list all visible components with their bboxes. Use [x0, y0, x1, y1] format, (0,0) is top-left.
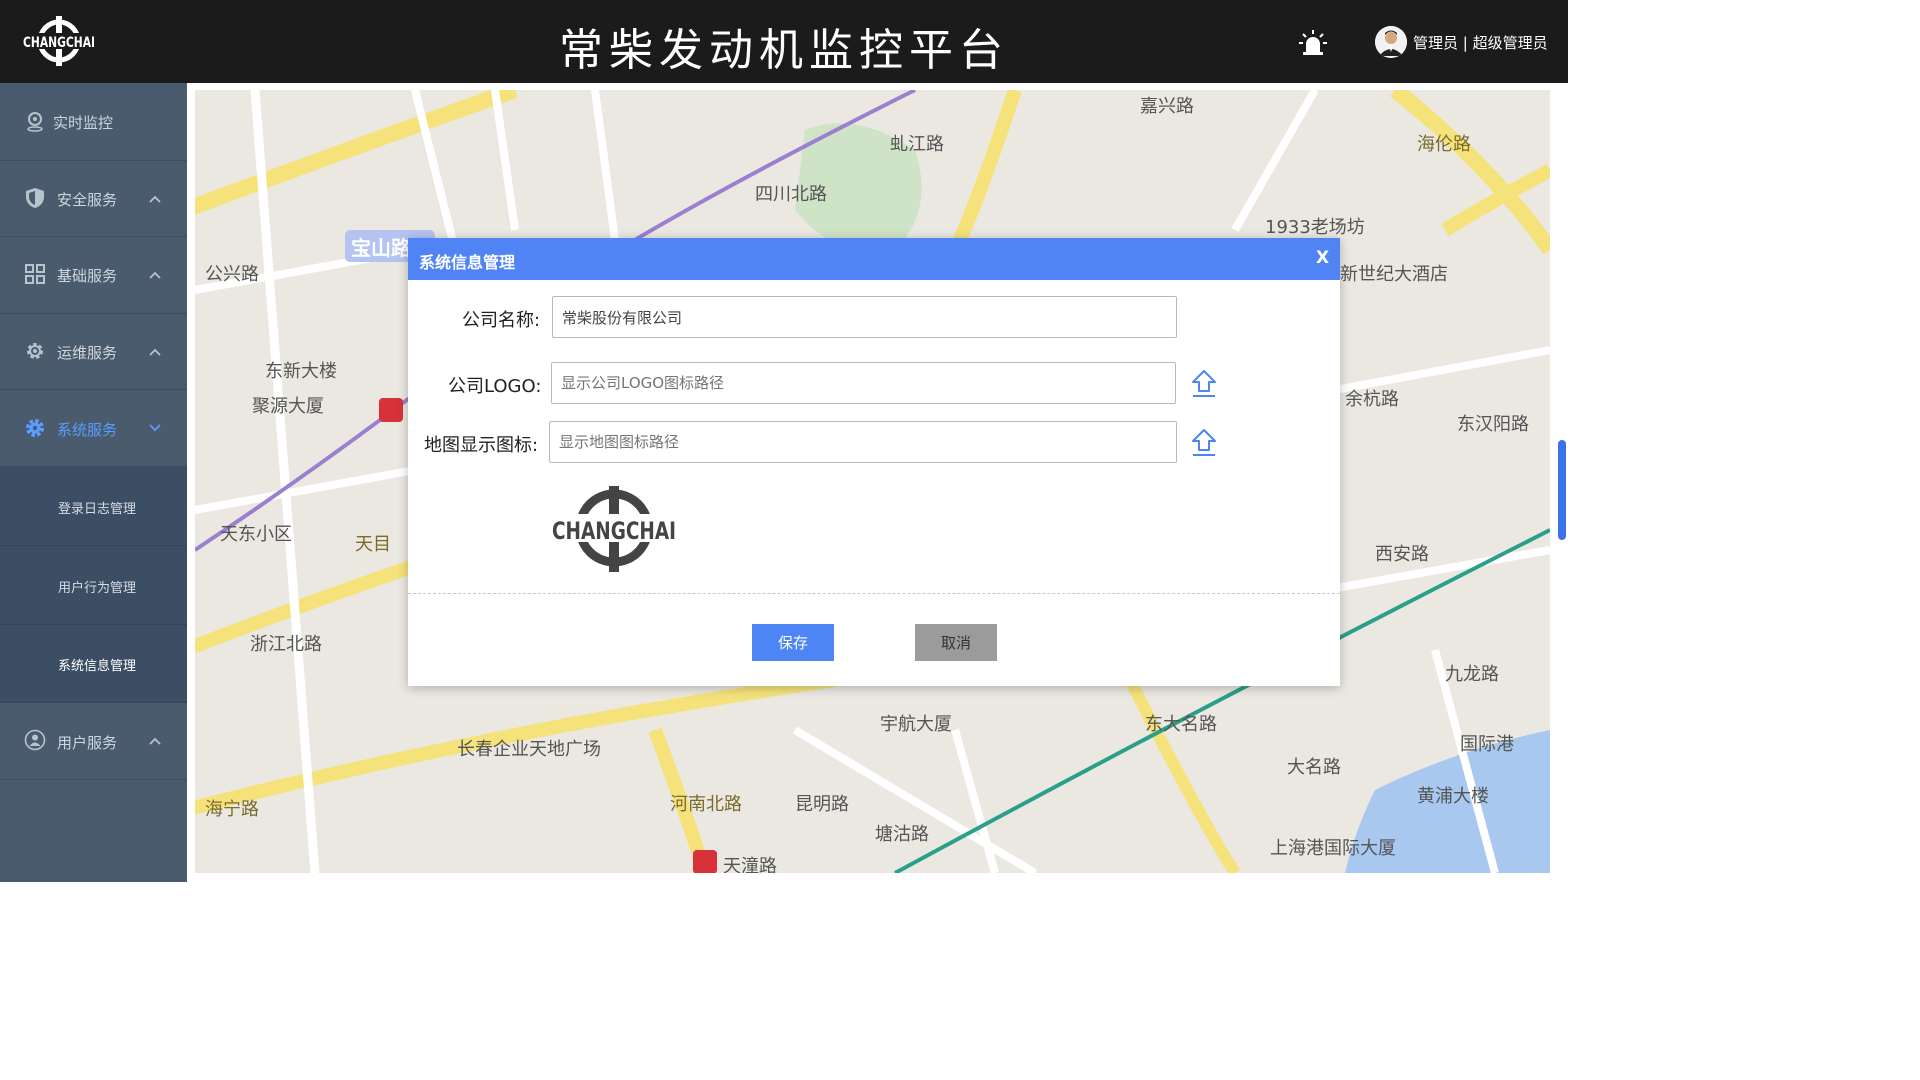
map-label: 上海港国际大厦 — [1270, 838, 1396, 859]
close-button[interactable]: X — [1316, 248, 1329, 268]
map-label: 聚源大厦 — [252, 396, 324, 417]
dialog-title: 系统信息管理 — [419, 253, 516, 272]
chevron-up-icon — [149, 737, 161, 745]
map-label: 大名路 — [1287, 757, 1341, 778]
gear-icon — [26, 419, 44, 437]
sidebar-item-label: 系统服务 — [57, 421, 118, 439]
map-label: 西安路 — [1375, 544, 1429, 565]
sidebar-item-label: 用户服务 — [57, 734, 118, 752]
map-label: 余杭路 — [1345, 389, 1399, 410]
shield-icon — [26, 188, 44, 208]
upload-logo-icon[interactable] — [1190, 369, 1218, 399]
map-label: 国际港 — [1460, 734, 1514, 755]
map-label: 宇航大厦 — [880, 714, 952, 735]
map-label: 浙江北路 — [250, 634, 322, 655]
map-label: 天东小区 — [220, 524, 292, 545]
system-info-dialog: 系统信息管理 X 公司名称: 公司LOGO: 地图显示图标: CHANGCHAI… — [408, 238, 1340, 686]
company-logo-path-field[interactable] — [551, 362, 1176, 404]
alarm-icon[interactable] — [1298, 28, 1328, 58]
sidebar-subitem-label: 用户行为管理 — [58, 581, 137, 596]
company-logo-preview: CHANGCHAI — [550, 486, 678, 572]
sidebar-subitem-label: 系统信息管理 — [58, 659, 137, 674]
company-name-field[interactable] — [552, 296, 1177, 338]
top-header: CHANGCHAI 常柴发动机监控平台 管理员 | 超级管理员 — [0, 0, 1568, 83]
dialog-header: 系统信息管理 X — [408, 238, 1340, 280]
map-label: 塘沽路 — [875, 824, 929, 845]
map-scrollbar[interactable] — [1558, 440, 1566, 540]
map-label: 东大名路 — [1145, 714, 1217, 735]
map-label: 海伦路 — [1417, 134, 1471, 155]
map-label: 天目 — [355, 534, 391, 555]
company-name-label: 公司名称: — [462, 310, 541, 331]
map-label: 东新大楼 — [265, 361, 337, 382]
sidebar-item-label: 基础服务 — [57, 267, 118, 285]
save-button[interactable]: 保存 — [752, 624, 834, 661]
sidebar-item-user[interactable]: 用户服务 — [0, 703, 187, 780]
sidebar-item-label: 运维服务 — [57, 344, 118, 362]
map-label: 东汉阳路 — [1457, 414, 1529, 435]
sidebar-item-label: 实时监控 — [53, 114, 114, 132]
map-label: 虬江路 — [890, 134, 944, 155]
sidebar-item-realtime-monitor[interactable]: 实时监控 — [0, 83, 187, 161]
sidebar-item-basic[interactable]: 基础服务 — [0, 237, 187, 314]
sidebar-subitem-system-info[interactable]: 系统信息管理 — [0, 625, 187, 703]
gear-icon — [27, 343, 43, 359]
map-label: 黄浦大楼 — [1417, 786, 1489, 807]
map-label: 公兴路 — [205, 264, 259, 285]
map-label: 嘉兴路 — [1140, 96, 1194, 117]
user-icon — [24, 729, 46, 751]
sidebar-subitem-user-behavior[interactable]: 用户行为管理 — [0, 546, 187, 625]
map-label: 长春企业天地广场 — [457, 739, 601, 760]
page-title: 常柴发动机监控平台 — [559, 25, 1009, 76]
dialog-divider — [408, 593, 1340, 594]
sidebar-item-operations[interactable]: 运维服务 — [0, 314, 187, 390]
map-label: 昆明路 — [795, 794, 849, 815]
sidebar-item-label: 安全服务 — [57, 191, 118, 209]
user-avatar-icon — [1375, 26, 1407, 58]
cancel-button[interactable]: 取消 — [915, 624, 997, 661]
map-label: 九龙路 — [1445, 664, 1499, 685]
map-icon-path-field[interactable] — [549, 421, 1177, 463]
chevron-down-icon — [149, 424, 161, 432]
map-label: 宝山路 — [351, 236, 412, 260]
sidebar-item-security[interactable]: 安全服务 — [0, 161, 187, 237]
sidebar-subitem-login-log[interactable]: 登录日志管理 — [0, 467, 187, 546]
grid-icon — [25, 264, 45, 284]
chevron-up-icon — [149, 348, 161, 356]
map-label: 1933老场坊 — [1265, 217, 1365, 238]
map-label: 海宁路 — [205, 799, 259, 820]
sidebar-item-system[interactable]: 系统服务 — [0, 390, 187, 467]
chevron-up-icon — [149, 271, 161, 279]
map-label: 新世纪大酒店 — [1340, 264, 1448, 285]
svg-text:CHANGCHAI: CHANGCHAI — [552, 517, 676, 545]
map-icon-label: 地图显示图标: — [424, 435, 539, 456]
chevron-up-icon — [149, 195, 161, 203]
company-logo-label: 公司LOGO: — [448, 376, 542, 397]
location-icon — [27, 112, 43, 132]
upload-map-icon[interactable] — [1190, 428, 1218, 458]
sidebar-subitem-label: 登录日志管理 — [58, 502, 137, 517]
map-label: 四川北路 — [755, 184, 827, 205]
map-label: 天潼路 — [723, 856, 777, 873]
user-role-text[interactable]: 管理员 | 超级管理员 — [1413, 32, 1548, 53]
map-label: 河南北路 — [670, 794, 742, 815]
sidebar: 实时监控 安全服务 基础服务 运维服务 系统服务 登录日志管理 用户行为管理 系… — [0, 83, 187, 882]
avatar[interactable] — [1375, 26, 1407, 58]
